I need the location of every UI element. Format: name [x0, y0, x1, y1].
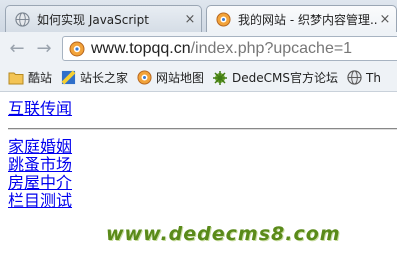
dedecms-icon [215, 11, 231, 27]
chinaz-icon [60, 70, 76, 86]
watermark: www.dedecms8.com [106, 223, 341, 245]
bookmark-label: 酷站 [28, 71, 53, 85]
bookmark-label: DedeCMS官方论坛 [232, 71, 339, 85]
url-host: www.topqq.cn [91, 39, 191, 57]
bookmark-dedecms-forum[interactable]: DedeCMS官方论坛 [212, 69, 338, 86]
toolbar: ← → www.topqq.cn/index.php?upcache=1 [0, 32, 397, 65]
url-path: /index.php?upcache=1 [190, 39, 353, 57]
globe-icon [14, 11, 30, 27]
globe-icon [346, 70, 362, 86]
bookmark-chinaz[interactable]: 站长之家 [60, 69, 128, 86]
forward-button[interactable]: → [35, 38, 53, 59]
tab-close-button[interactable]: × [183, 12, 197, 27]
link-hulian-chuanwen[interactable]: 互联传闻 [8, 100, 72, 118]
tab-my-site[interactable]: 我的网站 - 织梦内容管理... × [206, 5, 397, 32]
back-button[interactable]: ← [8, 38, 26, 59]
dedecms-icon [69, 41, 85, 57]
browser-chrome: 如何实现 JavaScript × 我的网站 - 织梦内容管理... × ← →… [0, 0, 397, 92]
link-jiating-hunyin[interactable]: 家庭婚姻 [8, 138, 72, 156]
bookmark-label: 站长之家 [80, 71, 129, 85]
tab-javascript[interactable]: 如何实现 JavaScript × [5, 5, 202, 32]
tab-close-button[interactable]: × [378, 12, 392, 27]
tab-title: 如何实现 JavaScript [37, 12, 149, 27]
bookmark-label: 网站地图 [156, 71, 205, 85]
bookmarks-bar: 酷站 站长之家 网站地图 DedeCMS官方论坛 Th [0, 64, 397, 92]
bookmark-kuzhan[interactable]: 酷站 [8, 69, 52, 86]
page-content: 互联传闻 家庭婚姻 跳蚤市场 房屋中介 栏目测试 www.dedecms8.co… [0, 92, 397, 262]
link-tiaozao-shichang[interactable]: 跳蚤市场 [8, 156, 72, 174]
link-fangwu-zhongjie[interactable]: 房屋中介 [8, 174, 72, 192]
address-bar[interactable]: www.topqq.cn/index.php?upcache=1 [62, 36, 397, 61]
bookmark-label: Th [366, 70, 381, 85]
tab-strip: 如何实现 JavaScript × 我的网站 - 织梦内容管理... × [0, 0, 397, 32]
bookmark-sitemap[interactable]: 网站地图 [136, 69, 204, 86]
dedecms-leaf-icon [212, 70, 228, 86]
folder-icon [8, 70, 24, 86]
horizontal-rule [8, 128, 397, 130]
link-lanmu-ceshi[interactable]: 栏目测试 [8, 192, 72, 210]
tab-title: 我的网站 - 织梦内容管理... [238, 12, 378, 27]
dedecms-icon [136, 70, 152, 86]
bookmark-th[interactable]: Th [346, 70, 381, 86]
